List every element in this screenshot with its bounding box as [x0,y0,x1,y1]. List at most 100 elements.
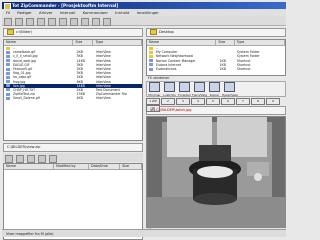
file-icon [6,92,10,96]
help-icon[interactable] [103,18,111,26]
open-icon[interactable] [15,18,23,26]
window-title: Tot ZipCommander - [Prosjektsoftm Intern… [12,3,119,8]
archive-column-header[interactable]: Name Modified by Date/time Size [4,164,142,170]
col-name[interactable]: Name [4,40,74,45]
viewer-path: C:\BILDER\toilet.jpg [156,108,192,112]
copy-icon[interactable] [26,18,34,26]
file-icon [6,71,10,75]
copy-button[interactable]: Kopier [207,82,222,97]
file-icon [6,88,10,92]
delete-icon[interactable] [48,18,56,26]
remove-selection-button[interactable]: Fjern/Valg [192,82,207,97]
cell-name: Eudoralicons [156,66,177,71]
copy-icon [209,82,220,92]
col-name[interactable]: Name [147,40,217,45]
tab-5[interactable]: 5 [206,98,220,105]
list-item[interactable]: Eudoralicons 1KB Shortcut [147,67,285,71]
toilet-photo [147,117,285,227]
left-path-bar[interactable]: c:\Bilder\ [3,28,143,37]
right-file-list[interactable]: Name Size Type .. My Computer System Folde… [146,39,286,76]
remove-icon [194,82,205,92]
tab-2[interactable]: 2 [161,98,175,105]
menu-archive[interactable]: Arkiver [39,10,53,15]
tab-8[interactable]: 8 [251,98,265,105]
file-icon [6,50,10,54]
minimize-icon [149,82,160,92]
refresh-icon[interactable] [92,18,100,26]
tab-6[interactable]: 6 [221,98,235,105]
viewer-path-bar[interactable]: Vis C:\BILDER\toilet.jpg [146,106,286,115]
folder-icon [150,29,157,35]
file-icon [149,54,153,58]
menu-settings[interactable]: Innstillinger [137,10,159,15]
col-size[interactable]: Size [216,40,235,45]
delete-icon[interactable] [27,155,35,163]
up-folder-icon [6,46,10,50]
file-icon [149,50,153,54]
file-icon [6,54,10,58]
tab-1[interactable]: 1 ZIP [146,98,160,105]
right-pane: Desktop Name Size Type .. My Computer Syst… [146,28,286,232]
col-size[interactable]: Size [120,164,142,169]
file-icon [6,75,10,79]
col-name[interactable]: Name [4,164,55,169]
view-icon[interactable] [38,155,46,163]
cell-type: Shortcut [236,66,251,71]
tab-4[interactable]: 4 [191,98,205,105]
cell-size: 1KB [219,66,226,71]
minimize-button[interactable]: Minimer [147,82,162,97]
archive-toolbar [3,153,143,163]
tab-3[interactable]: 3 [176,98,190,105]
extract-icon[interactable] [16,155,24,163]
find-icon[interactable] [81,18,89,26]
status-bar: Viser mappefiler fra fil (alle) [2,229,286,237]
help-button[interactable]: Hjelp/hjelp [222,82,238,97]
tab-7[interactable]: 7 [236,98,250,105]
move-icon[interactable] [37,18,45,26]
left-file-list[interactable]: Name Size Type .. camelback.gif 2KB IrfanVi… [3,39,143,141]
add-icon[interactable] [5,155,13,163]
col-modified[interactable]: Modified by [54,164,89,169]
home-icon [179,82,190,92]
archive-path-bar[interactable]: C:\BILDER\view.zip [3,143,143,152]
test-icon[interactable] [49,155,57,163]
close-view-button[interactable]: Lukk/Vis [162,82,177,97]
front-page-button[interactable]: Forsiden [177,82,192,97]
file-icon [149,59,153,63]
tab-9[interactable]: 9 [266,98,280,105]
folder-icon [7,29,14,35]
viewer-label: Vis [150,108,156,112]
new-icon[interactable] [4,18,12,26]
menu-commands[interactable]: Kommandoer [83,10,108,15]
menu-edit[interactable]: Rediger [17,10,32,15]
menu-content[interactable]: Innhold [115,10,129,15]
right-path-bar[interactable]: Desktop [146,28,286,37]
tab-strip: 1 ZIP2345678910 [146,98,286,112]
up-folder-icon [149,46,153,50]
image-viewer[interactable] [146,116,286,228]
col-size[interactable]: Size [73,40,94,45]
col-type[interactable]: Type [93,40,142,45]
file-icon [6,96,10,100]
file-icon [149,67,153,71]
extract-icon[interactable] [59,18,67,26]
cell-type: IrfanView [95,96,111,101]
close-icon [164,82,175,92]
file-icon [6,63,10,67]
file-icon [6,84,10,88]
left-pane: c:\Bilder\ Name Size Type .. camelback.gi… [3,28,143,240]
menu-file[interactable]: Fil [6,10,10,15]
view-icon[interactable] [70,18,78,26]
col-date[interactable]: Date/time [89,164,121,169]
left-path: c:\Bilder\ [16,30,33,34]
list-item[interactable]: Small_Dolene.gif 4KB IrfanView [4,96,142,100]
menu-bar: Fil Rediger Arkiver Intervall Kommandoer… [2,9,286,16]
right-path: Desktop [159,30,174,34]
col-type[interactable]: Type [235,40,285,45]
menu-interval[interactable]: Intervall [60,10,76,15]
file-icon [6,59,10,63]
file-icon [149,63,153,67]
status-text: Viser mappefiler fra fil (alle) [6,232,54,236]
cell-size: 4KB [76,96,83,101]
archive-path: C:\BILDER\view.zip [7,145,41,149]
